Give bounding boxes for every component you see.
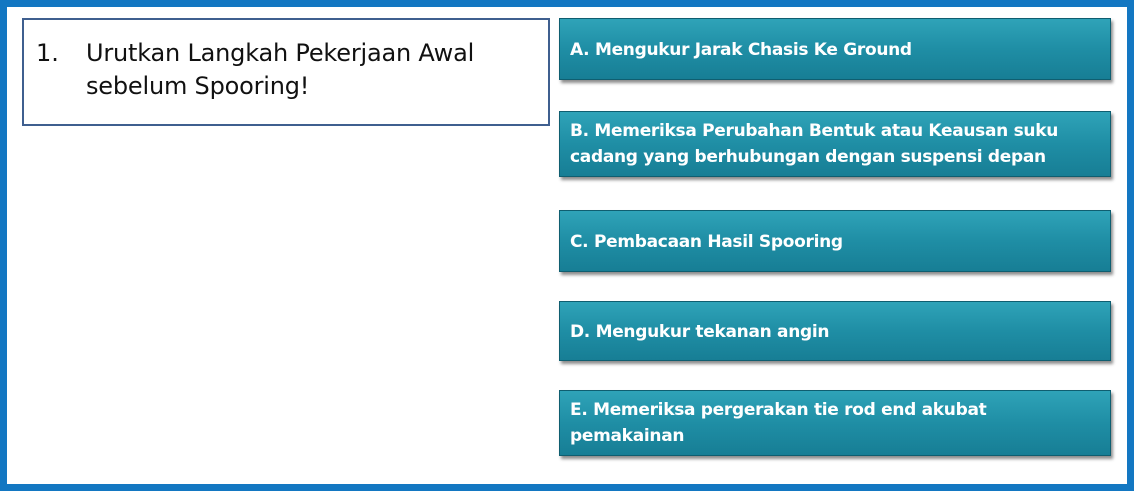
- question-text: Urutkan Langkah Pekerjaan Awal sebelum S…: [86, 39, 475, 100]
- answer-option-d-label: D. Mengukur tekanan angin: [570, 322, 830, 342]
- answer-option-e[interactable]: E. Memeriksa pergerakan tie rod end akub…: [559, 390, 1111, 456]
- answer-option-c-label: C. Pembacaan Hasil Spooring: [570, 232, 843, 252]
- answer-option-b[interactable]: B. Memeriksa Perubahan Bentuk atau Keaus…: [559, 111, 1111, 177]
- answer-option-a[interactable]: A. Mengukur Jarak Chasis Ke Ground: [559, 18, 1111, 80]
- question-box: 1. Urutkan Langkah Pekerjaan Awal sebelu…: [22, 18, 550, 126]
- answer-option-c[interactable]: C. Pembacaan Hasil Spooring: [559, 210, 1111, 272]
- answer-option-b-label: B. Memeriksa Perubahan Bentuk atau Keaus…: [570, 121, 1059, 167]
- answer-option-a-label: A. Mengukur Jarak Chasis Ke Ground: [570, 40, 912, 60]
- answer-option-e-label: E. Memeriksa pergerakan tie rod end akub…: [570, 400, 987, 446]
- question-number: 1.: [36, 39, 59, 67]
- answer-option-d[interactable]: D. Mengukur tekanan angin: [559, 301, 1111, 361]
